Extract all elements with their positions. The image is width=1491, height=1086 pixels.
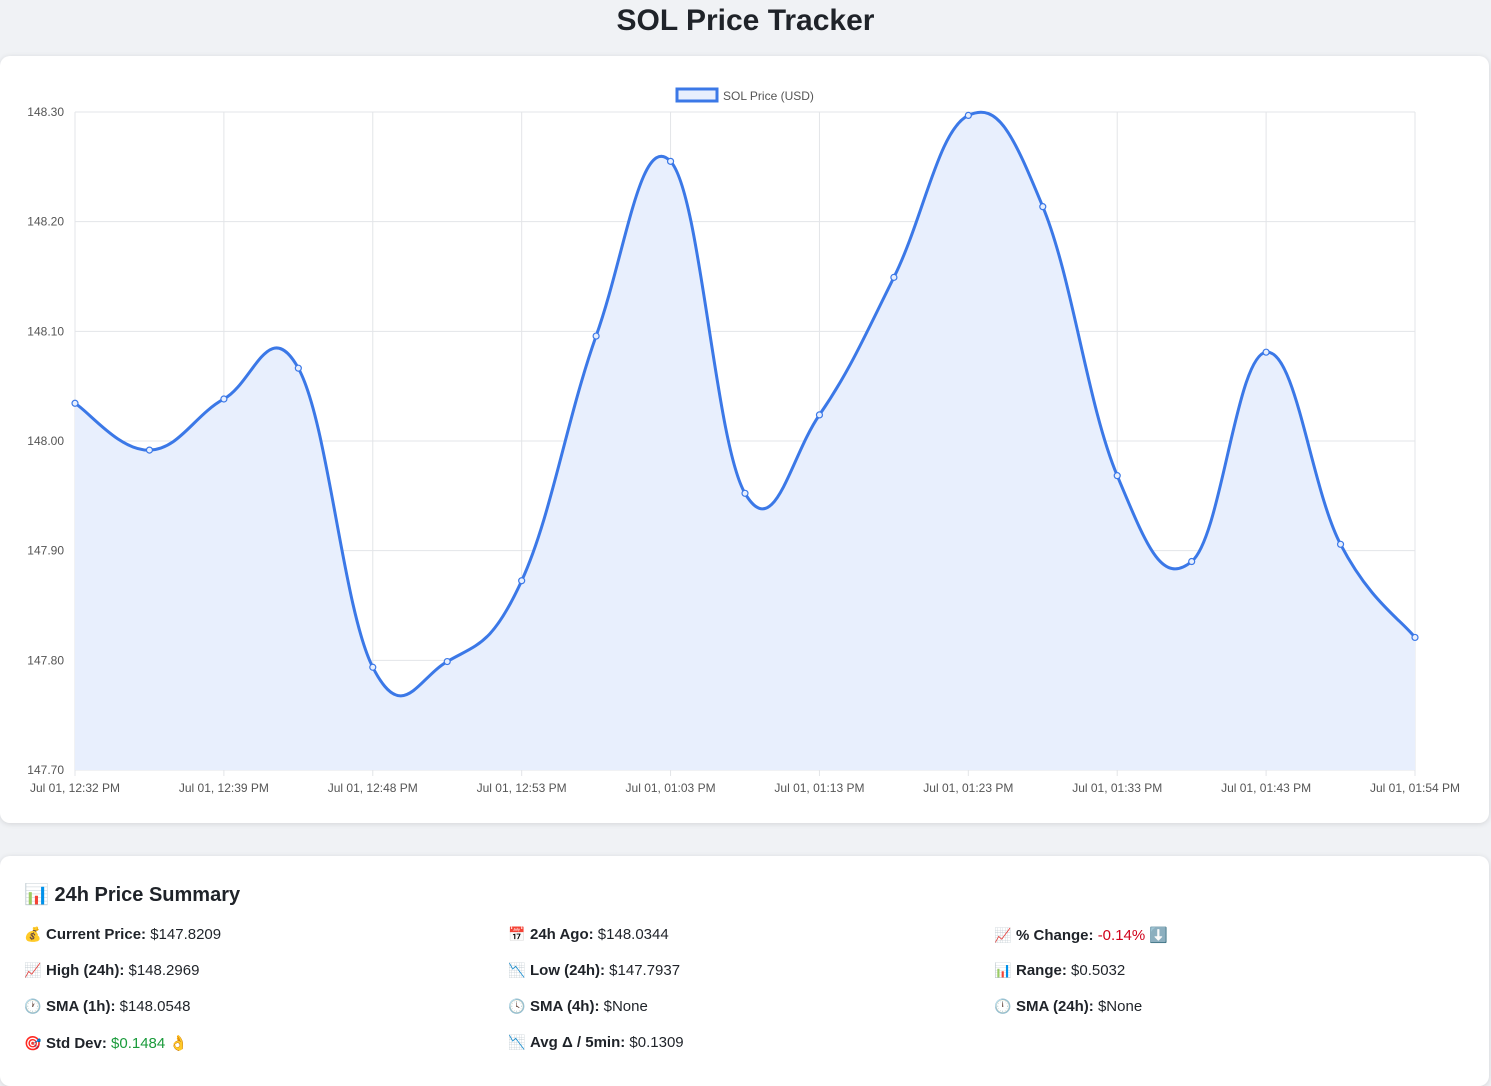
stat-label: Std Dev: — [46, 1035, 107, 1052]
stat-label: SMA (24h): — [1016, 998, 1094, 1015]
data-point — [815, 411, 824, 419]
bar-chart-icon: 📊 — [24, 884, 49, 906]
data-point — [666, 157, 675, 165]
chart-increasing-icon: 📈 — [994, 928, 1012, 944]
data-point — [369, 663, 377, 671]
data-point — [1113, 472, 1121, 480]
y-tick-label: 148.30 — [27, 105, 64, 119]
data-point — [443, 657, 451, 666]
stat-value: -0.14% — [1097, 927, 1146, 944]
ok-hand-icon: 👌 — [169, 1035, 189, 1052]
legend-label: SOL Price (USD) — [723, 89, 814, 103]
stat-label: Avg Δ / 5min: — [530, 1034, 626, 1051]
x-tick-label: Jul 01, 12:48 PM — [328, 781, 418, 795]
chart-decreasing-icon: 📉 — [508, 963, 526, 979]
legend-swatch — [675, 87, 719, 103]
data-point — [741, 489, 749, 497]
x-tick-label: Jul 01, 01:13 PM — [774, 781, 864, 795]
data-point — [1411, 633, 1419, 642]
y-tick-label: 148.10 — [27, 324, 64, 338]
page-title: SOL Price Tracker — [616, 4, 875, 37]
data-point — [1262, 348, 1270, 356]
target-icon: 🎯 — [24, 1036, 42, 1052]
clock-icon: 🕓 — [508, 999, 526, 1015]
stat-value: $148.0548 — [119, 998, 191, 1015]
calendar-icon: 📅 — [508, 927, 526, 943]
down-arrow-icon: ⬇️ — [1149, 927, 1169, 944]
data-point — [71, 399, 79, 407]
stat-sma-1h: 🕐 SMA (1h): $148.0548 — [24, 998, 191, 1015]
stat-sma-24h: 🕛 SMA (24h): $None — [994, 998, 1142, 1015]
clock-icon: 🕛 — [994, 999, 1012, 1015]
x-tick-label: Jul 01, 01:54 PM — [1370, 781, 1460, 795]
stat-value: $148.0344 — [597, 926, 669, 943]
data-point — [1188, 557, 1196, 566]
stat-sma-4h: 🕓 SMA (4h): $None — [508, 998, 648, 1015]
stat-current-price: 💰 Current Price: $147.8209 — [24, 926, 221, 943]
stat-value: $148.2969 — [128, 962, 200, 979]
stat-label: Low (24h): — [530, 962, 605, 979]
stat-std-dev: 🎯 Std Dev: $0.1484 👌 — [24, 1034, 188, 1052]
data-point — [1039, 203, 1047, 211]
x-tick-label: Jul 01, 12:39 PM — [179, 781, 269, 795]
stat-value: $0.1484 — [111, 1035, 166, 1052]
stat-value: $None — [603, 998, 648, 1015]
stat-value: $None — [1097, 998, 1143, 1015]
x-tick-label: Jul 01, 12:32 PM — [30, 781, 120, 795]
stat-label: 24h Ago: — [530, 926, 594, 943]
stat-avg-delta: 📉 Avg Δ / 5min: $0.1309 — [508, 1034, 684, 1051]
stat-low: 📉 Low (24h): $147.7937 — [508, 962, 680, 979]
y-tick-label: 147.70 — [27, 763, 64, 777]
stat-label: High (24h): — [46, 962, 125, 979]
stat-label: Current Price: — [46, 926, 147, 943]
stat-percent-change: 📈% Change: -0.14% ⬇️ — [994, 926, 1168, 944]
data-point — [592, 332, 600, 340]
data-point — [518, 577, 526, 585]
summary-title: 📊 24h Price Summary — [24, 882, 240, 907]
stat-value: $0.1309 — [629, 1034, 684, 1051]
x-tick-label: Jul 01, 01:43 PM — [1221, 781, 1311, 795]
chart-increasing-icon: 📈 — [24, 963, 42, 979]
data-point — [220, 395, 228, 403]
stat-label: Range: — [1016, 962, 1067, 979]
y-tick-label: 147.90 — [27, 544, 64, 558]
data-point — [964, 111, 972, 119]
stat-high: 📈 High (24h): $148.2969 — [24, 962, 199, 979]
summary-card: 📊 24h Price Summary 💰 Current Price: $147… — [0, 856, 1489, 1086]
stat-label: % Change: — [1016, 927, 1094, 944]
stat-value: $147.8209 — [150, 926, 222, 943]
y-tick-label: 148.00 — [27, 434, 64, 448]
data-point — [1336, 540, 1345, 548]
x-tick-label: Jul 01, 01:03 PM — [626, 781, 716, 795]
chart-card: 148.30 148.20 148.10 148.00 147.90 147.80 147.… — [0, 56, 1489, 823]
data-point — [294, 364, 302, 372]
stat-value: $0.5032 — [1071, 962, 1126, 979]
y-tick-label: 147.80 — [27, 653, 64, 667]
money-bag-icon: 💰 — [24, 927, 42, 943]
y-tick-label: 148.20 — [27, 215, 64, 229]
chart-decreasing-icon: 📉 — [508, 1035, 526, 1051]
clock-icon: 🕐 — [24, 999, 42, 1015]
x-tick-label: Jul 01, 01:23 PM — [923, 781, 1013, 795]
x-tick-label: Jul 01, 01:33 PM — [1072, 781, 1162, 795]
stat-range: 📊 Range: $0.5032 — [994, 962, 1125, 979]
x-tick-label: Jul 01, 12:53 PM — [477, 781, 567, 795]
stat-label: SMA (1h): — [46, 998, 116, 1015]
data-point — [890, 273, 898, 281]
bar-chart-icon: 📊 — [994, 963, 1012, 979]
price-chart[interactable]: 148.30 148.20 148.10 148.00 147.90 147.80 147.… — [0, 56, 1489, 823]
stat-24h-ago: 📅 24h Ago: $148.0344 — [508, 926, 669, 943]
data-point — [145, 446, 154, 454]
summary-title-text: 24h Price Summary — [54, 884, 241, 906]
stat-label: SMA (4h): — [530, 998, 600, 1015]
stat-value: $147.7937 — [609, 962, 681, 979]
